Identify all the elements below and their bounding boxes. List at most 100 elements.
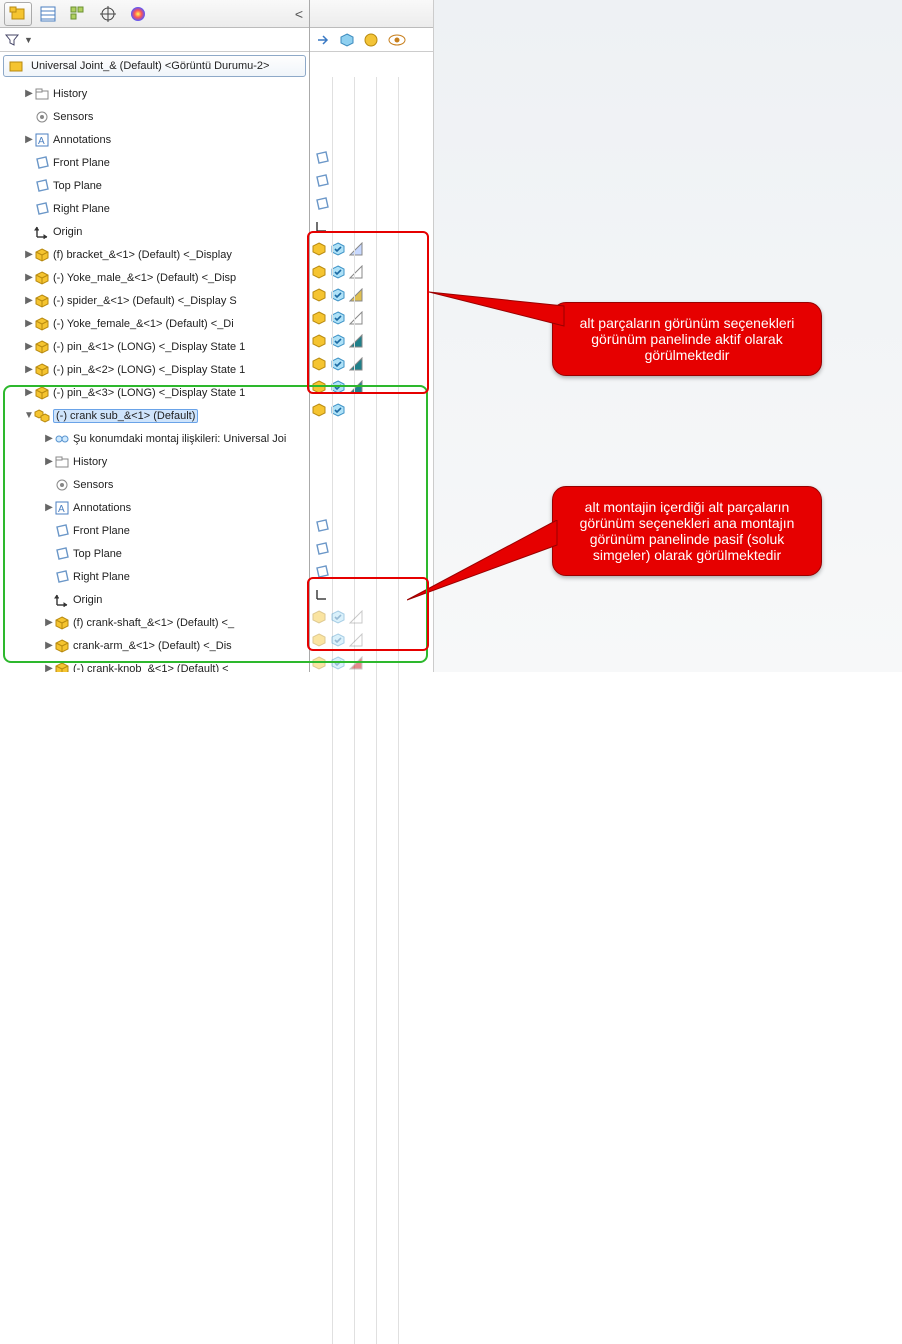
display-cell-row[interactable] [310, 284, 433, 307]
tree-row[interactable]: ▶(-) pin_&<1> (LONG) <_Display State 1 [0, 335, 309, 358]
display-cell-row[interactable] [310, 468, 433, 491]
tree-row[interactable]: Front Plane [0, 151, 309, 174]
part-icon [34, 339, 50, 355]
caret-icon[interactable]: ▶ [44, 663, 54, 672]
caret-icon[interactable]: ▶ [44, 617, 54, 628]
display-cell-row[interactable] [310, 215, 433, 238]
tree-label: (-) Yoke_female_&<1> (Default) <_Di [53, 318, 234, 330]
tree-row[interactable]: Right Plane [0, 197, 309, 220]
tree-label: Front Plane [53, 157, 110, 169]
tree-row[interactable]: ▶AAnnotations [0, 496, 309, 519]
display-cell-row[interactable] [310, 330, 433, 353]
display-cell-row[interactable] [310, 238, 433, 261]
cube-icon[interactable] [340, 33, 354, 47]
display-cell-row[interactable] [310, 169, 433, 192]
display-cell-row[interactable] [310, 192, 433, 215]
tree-label: Right Plane [53, 203, 110, 215]
display-cell-row[interactable] [310, 445, 433, 468]
tree-label: History [73, 456, 107, 468]
tree-label: (-) crank-knob_&<1> (Default) <_ [73, 663, 235, 673]
tree-row[interactable]: Origin [0, 588, 309, 611]
filter-dropdown-icon[interactable]: ▼ [24, 35, 33, 45]
callout-passive: alt montajin içerdiği alt parçaların gör… [552, 486, 822, 576]
display-cell-row[interactable] [310, 100, 433, 123]
tree-row[interactable]: ▶(-) pin_&<2> (LONG) <_Display State 1 [0, 358, 309, 381]
root-node[interactable]: Universal Joint_& (Default) <Görüntü Dur… [3, 55, 306, 77]
tree-row[interactable]: ▶ (-) crank-knob_&<1> (Default) <_ [0, 657, 309, 672]
ann-icon: A [34, 132, 50, 148]
caret-icon[interactable]: ▶ [24, 88, 34, 99]
display-cell-row[interactable] [310, 675, 433, 698]
part-icon [34, 362, 50, 378]
tree-row[interactable]: ▶crank-arm_&<1> (Default) <_Dis [0, 634, 309, 657]
tree-row[interactable]: ▶AAnnotations [0, 128, 309, 151]
caret-icon[interactable]: ▶ [44, 640, 54, 651]
sphere-icon[interactable] [364, 33, 378, 47]
tree-row[interactable]: ▶ (-) Yoke_male_&<1> (Default) <_Disp [0, 266, 309, 289]
caret-icon[interactable]: ▶ [24, 272, 34, 283]
caret-icon[interactable]: ▼ [24, 410, 34, 421]
mates-icon [54, 431, 70, 447]
tree-row[interactable]: ▶Şu konumdaki montaj ilişkileri: Univers… [0, 427, 309, 450]
part-icon [34, 385, 50, 401]
display-cell-row[interactable] [310, 399, 433, 422]
caret-icon[interactable]: ▶ [24, 134, 34, 145]
caret-icon[interactable]: ▶ [24, 387, 34, 398]
display-cell-row[interactable] [310, 353, 433, 376]
eye-icon[interactable] [388, 34, 406, 46]
arrow-icon[interactable] [316, 33, 330, 47]
tab-dim[interactable] [94, 2, 122, 26]
tree-label: (-) pin_&<3> (LONG) <_Display State 1 [53, 387, 245, 399]
tree-row[interactable]: ▶ (-) Yoke_female_&<1> (Default) <_Di [0, 312, 309, 335]
svg-text:A: A [38, 136, 45, 147]
display-cell-row[interactable] [310, 307, 433, 330]
tree-row[interactable]: Front Plane [0, 519, 309, 542]
tree-label: (-) spider_&<1> (Default) <_Display S [53, 295, 237, 307]
tree-row[interactable]: Sensors [0, 473, 309, 496]
caret-icon[interactable]: ▶ [24, 295, 34, 306]
caret-icon[interactable]: ▶ [44, 433, 54, 444]
tree-row[interactable]: ▶(f) crank-shaft_&<1> (Default) <_ [0, 611, 309, 634]
part-icon [54, 615, 70, 631]
feature-tree: ▶HistorySensors▶AAnnotationsFront PlaneT… [0, 80, 309, 672]
display-cell-row[interactable] [310, 491, 433, 514]
tree-row[interactable]: Top Plane [0, 174, 309, 197]
display-cell-row[interactable] [310, 422, 433, 445]
tree-label: Front Plane [73, 525, 130, 537]
tree-row[interactable]: ▼(-) crank sub_&<1> (Default) [0, 404, 309, 427]
tree-row[interactable]: Sensors [0, 105, 309, 128]
tree-row[interactable]: Origin [0, 220, 309, 243]
caret-icon[interactable]: ▶ [44, 502, 54, 513]
root-label: Universal Joint_& (Default) <Görüntü Dur… [31, 60, 269, 72]
tree-row[interactable]: ▶ History [0, 450, 309, 473]
ann-icon: A [54, 500, 70, 516]
tab-configurations[interactable] [64, 2, 92, 26]
tab-feature-tree[interactable] [4, 2, 32, 26]
collapse-panel-icon[interactable]: < [295, 6, 303, 22]
tab-appearance[interactable] [124, 2, 152, 26]
caret-icon[interactable]: ▶ [24, 318, 34, 329]
display-cell-row[interactable] [310, 376, 433, 399]
tree-row[interactable]: ▶ (-) spider_&<1> (Default) <_Display S [0, 289, 309, 312]
tree-row[interactable]: ▶ (-) pin_&<3> (LONG) <_Display State 1 [0, 381, 309, 404]
caret-icon[interactable]: ▶ [24, 341, 34, 352]
display-cell-row[interactable] [310, 146, 433, 169]
filter-icon[interactable] [4, 32, 20, 48]
display-cell-row[interactable] [310, 123, 433, 146]
tree-label: (-) Yoke_male_&<1> (Default) <_Disp [53, 272, 236, 284]
display-cell-row[interactable] [310, 261, 433, 284]
panel-tabs: < [0, 0, 309, 28]
part-icon [34, 316, 50, 332]
tree-row[interactable]: ▶(f) bracket_&<1> (Default) <_Display [0, 243, 309, 266]
tree-row[interactable]: Top Plane [0, 542, 309, 565]
part-icon [34, 247, 50, 263]
caret-icon[interactable]: ▶ [24, 364, 34, 375]
graphics-area: alt parçaların görünüm seçenekleri görün… [434, 0, 902, 672]
display-cell-row[interactable] [310, 77, 433, 100]
tab-properties[interactable] [34, 2, 62, 26]
caret-icon[interactable]: ▶ [44, 456, 54, 467]
tree-row[interactable]: ▶History [0, 82, 309, 105]
display-cell-row[interactable] [310, 629, 433, 652]
tree-row[interactable]: Right Plane [0, 565, 309, 588]
caret-icon[interactable]: ▶ [24, 249, 34, 260]
